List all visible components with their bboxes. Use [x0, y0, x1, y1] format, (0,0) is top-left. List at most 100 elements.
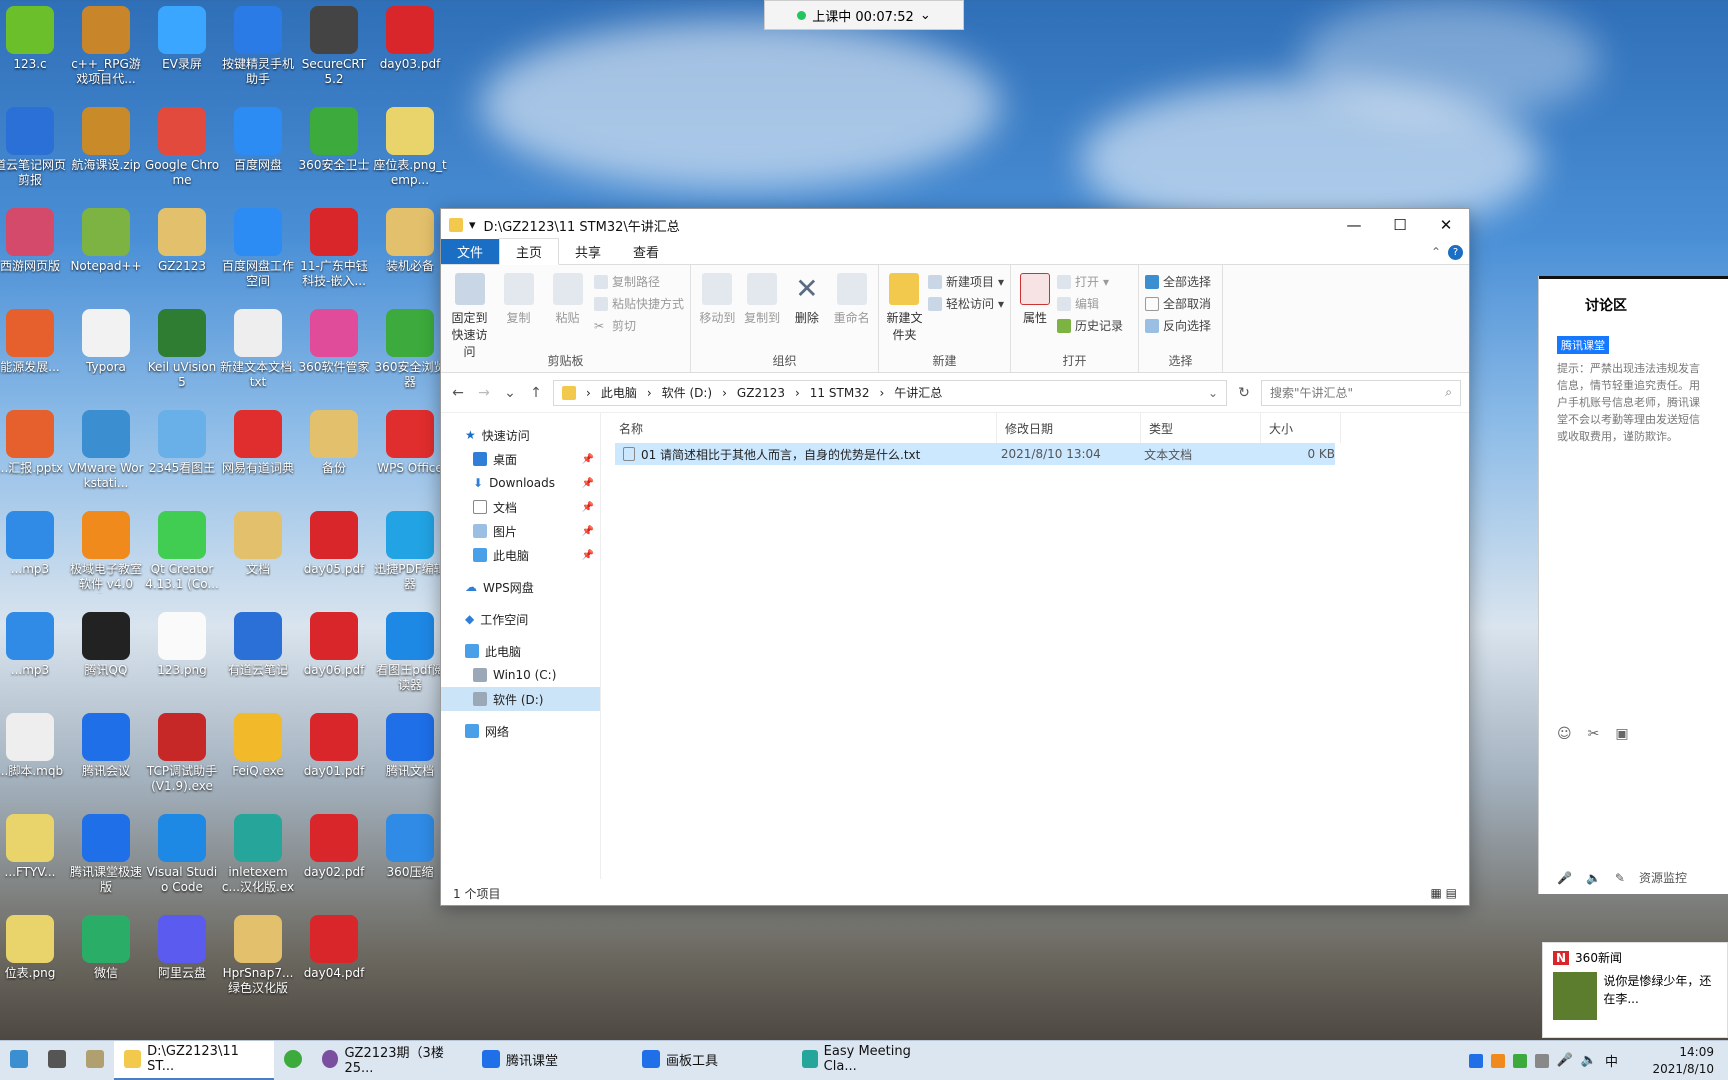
desktop-icon[interactable]: ...FTYV... [0, 810, 68, 910]
easy-access-button[interactable]: 轻松访问 ▾ [927, 295, 1004, 312]
desktop-icon[interactable]: Visual Studio Code [144, 810, 220, 910]
tray-icon[interactable] [1512, 1053, 1527, 1068]
desktop-icon[interactable]: 2345看图王 [144, 406, 220, 506]
desktop-icon[interactable]: 航海课设.zip [68, 103, 144, 203]
tab-file[interactable]: 文件 [441, 239, 500, 264]
file-row[interactable]: 01 请简述相比于其他人而言，自身的优势是什么.txt 2021/8/10 13… [615, 443, 1335, 465]
history-button[interactable]: 历史记录 [1057, 317, 1123, 334]
desktop-icon[interactable]: inletexemc...汉化版.exe [220, 810, 296, 910]
address-bar[interactable]: › 此电脑 › 软件 (D:) › GZ2123 › 11 STM32 › 午讲汇总 ⌄ [553, 379, 1227, 406]
maximize-button[interactable]: ☐ [1377, 209, 1423, 241]
nav-network[interactable]: 网络 [441, 719, 600, 743]
delete-button[interactable]: ✕ 删除 [787, 271, 828, 352]
desktop-icon[interactable]: 阿里云盘 [144, 911, 220, 1011]
nav-pictures[interactable]: 图片 📌 [441, 519, 600, 543]
desktop-icon[interactable]: 能源发展... [0, 305, 68, 405]
up-arrow-icon[interactable]: ↑ [527, 385, 545, 401]
taskbar-drawing-tool[interactable]: 画板工具 [632, 1041, 792, 1080]
calculator-button[interactable] [38, 1041, 76, 1080]
breadcrumb-gz2123[interactable]: GZ2123 [737, 386, 785, 400]
desktop-icon[interactable]: ...mp3 [0, 608, 68, 708]
desktop-icon[interactable]: VMware Workstati... [68, 406, 144, 506]
address-dropdown-icon[interactable]: ⌄ [1208, 386, 1218, 400]
invert-selection-button[interactable]: 反向选择 [1145, 317, 1211, 334]
taskbar-tencent-class[interactable]: 腾讯课堂 [472, 1041, 632, 1080]
desktop-icon[interactable]: 百度网盘工作空间 [220, 204, 296, 304]
nav-desktop[interactable]: 桌面 📌 [441, 447, 600, 471]
title-bar[interactable]: ▾ D:\GZ2123\11 STM32\午讲汇总 — ☐ ✕ [441, 209, 1469, 241]
ime-indicator[interactable]: 中 [1605, 1051, 1618, 1070]
clock[interactable]: 14:09 2021/8/10 [1652, 1044, 1714, 1078]
desktop-icon[interactable]: 百度网盘 [220, 103, 296, 203]
collapse-ribbon-icon[interactable]: ⌃ [1431, 245, 1441, 259]
desktop-icon[interactable]: c++_RPG游戏项目代... [68, 2, 144, 102]
desktop-icon[interactable]: Notepad++ [68, 204, 144, 304]
desktop-icon[interactable]: 360压缩 [372, 810, 448, 910]
view-toggle[interactable]: ▦ ▤ [1431, 886, 1458, 900]
desktop-icon[interactable]: ...汇报.pptx [0, 406, 68, 506]
desktop-icon[interactable]: 看图王pdf阅读器 [372, 608, 448, 708]
minimize-button[interactable]: — [1331, 209, 1377, 241]
nav-drive-d[interactable]: 软件 (D:) [441, 687, 600, 711]
paste-shortcut-button[interactable]: 粘贴快捷方式 [594, 295, 684, 312]
desktop-icon[interactable]: 按键精灵手机助手 [220, 2, 296, 102]
copy-path-button[interactable]: 复制路径 [594, 273, 684, 290]
close-button[interactable]: ✕ [1423, 209, 1469, 241]
volume-icon[interactable]: 🔈 [1581, 1053, 1597, 1068]
column-name[interactable]: 名称 [617, 413, 997, 443]
desktop-icon[interactable]: Google Chrome [144, 103, 220, 203]
nav-downloads[interactable]: ⬇ Downloads 📌 [441, 471, 600, 495]
desktop-icon[interactable]: day05.pdf [296, 507, 372, 607]
breadcrumb-current[interactable]: 午讲汇总 [894, 384, 942, 401]
chevron-down-icon[interactable]: ⌄ [920, 8, 931, 23]
breadcrumb-d[interactable]: 软件 (D:) [662, 384, 712, 401]
desktop-icon[interactable]: 网易有道词典 [220, 406, 296, 506]
desktop-icon[interactable]: 360安全卫士 [296, 103, 372, 203]
discussion-tab[interactable]: 讨论区 [1585, 295, 1627, 315]
refresh-icon[interactable]: ↻ [1235, 385, 1253, 401]
properties-button[interactable]: 属性 [1017, 271, 1053, 352]
taskbar-360[interactable] [274, 1041, 312, 1080]
column-size[interactable]: 大小 [1261, 413, 1341, 443]
desktop-icon[interactable]: day03.pdf [372, 2, 448, 102]
search-box[interactable]: 搜索"午讲汇总" ⌕ [1261, 379, 1461, 406]
taskbar-easy-meeting[interactable]: Easy Meeting Cla... [792, 1041, 942, 1080]
nav-this-pc-quick[interactable]: 此电脑 📌 [441, 543, 600, 567]
desktop-icon[interactable]: 有道云笔记 [220, 608, 296, 708]
desktop-icon[interactable]: Keil uVision5 [144, 305, 220, 405]
desktop-icon[interactable]: FeiQ.exe [220, 709, 296, 809]
column-type[interactable]: 类型 [1141, 413, 1261, 443]
tray-icon[interactable] [1468, 1053, 1483, 1068]
desktop-icon[interactable]: 微信 [68, 911, 144, 1011]
system-tray[interactable]: 🎤 🔈 中 [1468, 1051, 1618, 1070]
desktop-icon[interactable]: 腾讯文档 [372, 709, 448, 809]
cut-button[interactable]: ✂ 剪切 [594, 317, 684, 334]
desktop-icon[interactable]: 360软件管家 [296, 305, 372, 405]
forward-arrow-icon[interactable]: → [475, 385, 493, 401]
speaker-icon[interactable]: 🔈 [1586, 871, 1601, 885]
desktop-icon[interactable]: 腾讯QQ [68, 608, 144, 708]
quick-access-toolbar[interactable]: ▾ [469, 218, 476, 233]
desktop-icon[interactable]: Qt Creator 4.13.1 (Co... [144, 507, 220, 607]
new-item-button[interactable]: 新建项目 ▾ [927, 273, 1004, 290]
desktop-icon[interactable]: 腾讯课堂极速版 [68, 810, 144, 910]
copy-to-button[interactable]: 复制到 [742, 271, 783, 352]
tray-icon[interactable] [1534, 1053, 1549, 1068]
mic-icon[interactable]: 🎤 [1557, 871, 1572, 885]
desktop-icon[interactable]: ...mp3 [0, 507, 68, 607]
tab-view[interactable]: 查看 [617, 239, 675, 264]
nav-workspace[interactable]: ◆ 工作空间 [441, 607, 600, 631]
resource-monitor[interactable]: 资源监控 [1639, 869, 1687, 886]
emoji-icon[interactable]: ☺ [1557, 726, 1572, 742]
mic-icon[interactable]: 🎤 [1557, 1053, 1573, 1068]
select-none-button[interactable]: 全部取消 [1145, 295, 1211, 312]
rename-button[interactable]: 重命名 [831, 271, 872, 352]
scissors-icon[interactable]: ✂ [1588, 726, 1600, 742]
desktop-icon[interactable]: 新建文本文档.txt [220, 305, 296, 405]
nav-wps-drive[interactable]: ☁ WPS网盘 [441, 575, 600, 599]
desktop-icon[interactable]: 文档 [220, 507, 296, 607]
class-timer[interactable]: 上课中 00:07:52 ⌄ [764, 0, 964, 30]
desktop-icon[interactable]: 极域电子教室软件 v4.0 2... [68, 507, 144, 607]
desktop-icon[interactable]: day02.pdf [296, 810, 372, 910]
desktop-icon[interactable]: 123.c [0, 2, 68, 102]
